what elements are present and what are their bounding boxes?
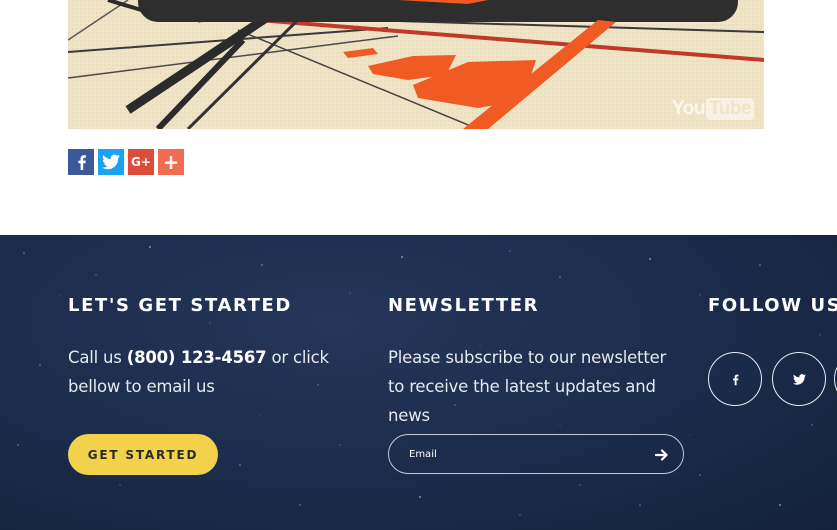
twitter-icon [792,373,806,385]
share-google-plus-button[interactable]: G+ [128,149,154,175]
follow-twitter-link[interactable] [772,352,826,406]
plus-icon: + [162,150,180,174]
phone-number[interactable]: (800) 123-4567 [127,348,267,367]
youtube-logo: You Tube [672,98,754,120]
newsletter-submit-button[interactable] [651,444,673,466]
share-facebook-button[interactable] [68,149,94,175]
email-field[interactable] [409,445,639,463]
newsletter-form [388,434,684,474]
video-embed[interactable]: You Tube [68,0,764,129]
share-twitter-button[interactable] [98,149,124,175]
video-thumbnail-art [68,0,764,129]
newsletter-heading: NEWSLETTER [388,295,540,316]
facebook-icon [78,155,86,170]
share-bar: G+ + [68,149,184,175]
follow-facebook-link[interactable] [708,352,762,406]
contact-text-before: Call us [68,348,127,367]
get-started-button[interactable]: GET STARTED [68,434,218,475]
contact-text: Call us (800) 123-4567 or click bellow t… [68,343,368,401]
site-footer: LET'S GET STARTED Call us (800) 123-4567… [0,235,837,530]
share-more-button[interactable]: + [158,149,184,175]
newsletter-text: Please subscribe to our newsletter to re… [388,348,667,425]
google-plus-icon: G+ [131,155,151,169]
follow-heading: FOLLOW US [708,295,837,316]
get-started-heading: LET'S GET STARTED [68,295,292,316]
twitter-icon [102,154,120,170]
arrow-right-icon [655,449,668,461]
facebook-icon [733,374,739,385]
